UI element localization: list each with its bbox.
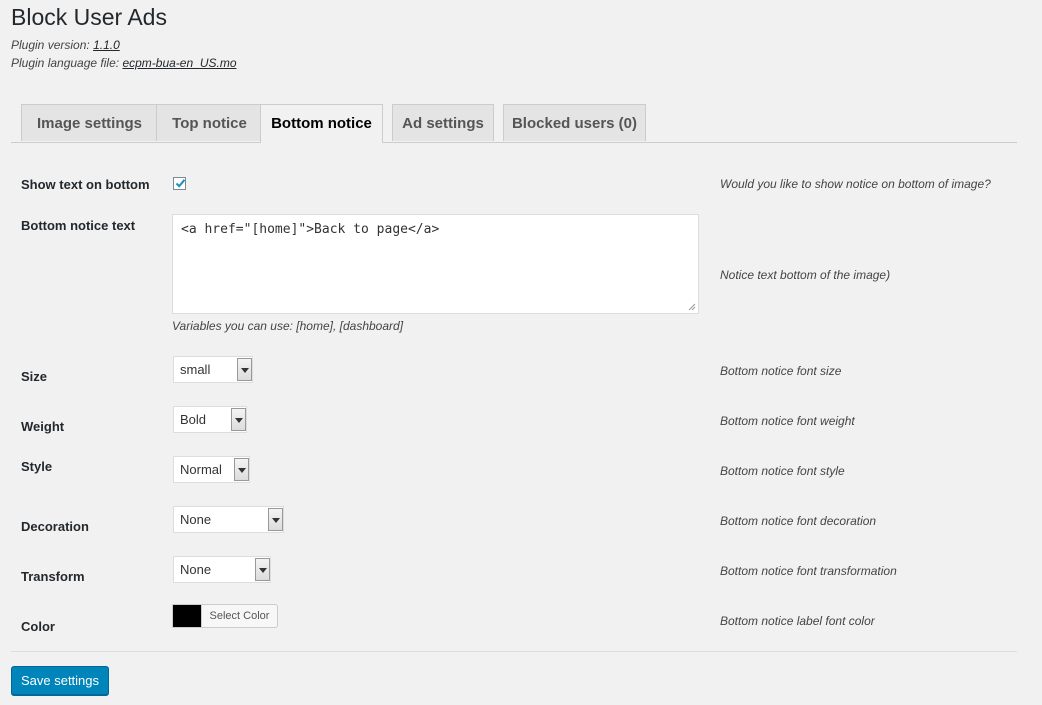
notice-text-value: <a href="[home]">Back to page</a> (181, 222, 440, 237)
color-desc: Bottom notice label font color (720, 614, 875, 628)
plugin-version-label: Plugin version: (11, 38, 90, 52)
notice-text-hint: Variables you can use: [home], [dashboar… (172, 319, 404, 333)
color-picker[interactable]: Select Color (172, 604, 278, 628)
weight-desc: Bottom notice font weight (720, 414, 855, 428)
tab-image-settings[interactable]: Image settings (21, 104, 158, 141)
show-text-desc: Would you like to show notice on bottom … (720, 177, 991, 191)
tab-ad-settings[interactable]: Ad settings (392, 104, 494, 141)
transform-select[interactable]: None (173, 556, 271, 583)
plugin-language: Plugin language file: ecpm-bua-en_US.mo (11, 56, 237, 70)
chevron-down-icon (255, 558, 270, 581)
style-select-value: Normal (180, 462, 222, 477)
style-label: Style (21, 459, 53, 474)
tab-bar: Image settings Top notice Bottom notice … (11, 104, 1017, 143)
chevron-down-icon (237, 358, 252, 381)
show-text-checkbox[interactable] (173, 177, 186, 190)
transform-label: Transform (21, 569, 85, 584)
divider (11, 651, 1017, 652)
select-color-button[interactable]: Select Color (201, 604, 278, 628)
notice-text-label: Bottom notice text (21, 218, 136, 233)
notice-text-desc: Notice text bottom of the image) (720, 268, 891, 282)
color-swatch[interactable] (172, 604, 202, 628)
weight-select[interactable]: Bold (173, 406, 247, 433)
plugin-version-link[interactable]: 1.1.0 (93, 38, 120, 52)
size-select-value: small (180, 362, 211, 377)
tab-bottom-notice[interactable]: Bottom notice (260, 104, 383, 143)
style-desc: Bottom notice font style (720, 464, 845, 478)
chevron-down-icon (234, 458, 249, 481)
tab-top-notice[interactable]: Top notice (156, 104, 263, 141)
color-label: Color (21, 619, 55, 634)
chevron-down-icon (268, 508, 283, 531)
notice-text-textarea[interactable]: <a href="[home]">Back to page</a> (172, 214, 699, 314)
decoration-select[interactable]: None (173, 506, 284, 533)
checkmark-icon (175, 179, 186, 188)
size-desc: Bottom notice font size (720, 364, 842, 378)
plugin-language-label: Plugin language file: (11, 56, 120, 70)
decoration-label: Decoration (21, 519, 89, 534)
size-select[interactable]: small (173, 356, 253, 383)
chevron-down-icon (231, 408, 246, 431)
tab-blocked-users[interactable]: Blocked users (0) (503, 104, 646, 141)
plugin-version: Plugin version: 1.1.0 (11, 38, 120, 52)
resize-grip-icon[interactable] (688, 303, 696, 311)
transform-select-value: None (180, 562, 212, 577)
page-title: Block User Ads (11, 4, 167, 30)
weight-select-value: Bold (180, 412, 207, 427)
decoration-desc: Bottom notice font decoration (720, 514, 877, 528)
transform-desc: Bottom notice font transformation (720, 564, 897, 578)
decoration-select-value: None (180, 512, 212, 527)
save-settings-button[interactable]: Save settings (11, 666, 109, 695)
show-text-label: Show text on bottom (21, 177, 150, 192)
plugin-language-link[interactable]: ecpm-bua-en_US.mo (122, 56, 236, 70)
weight-label: Weight (21, 419, 65, 434)
size-label: Size (21, 369, 48, 384)
style-select[interactable]: Normal (173, 456, 250, 483)
